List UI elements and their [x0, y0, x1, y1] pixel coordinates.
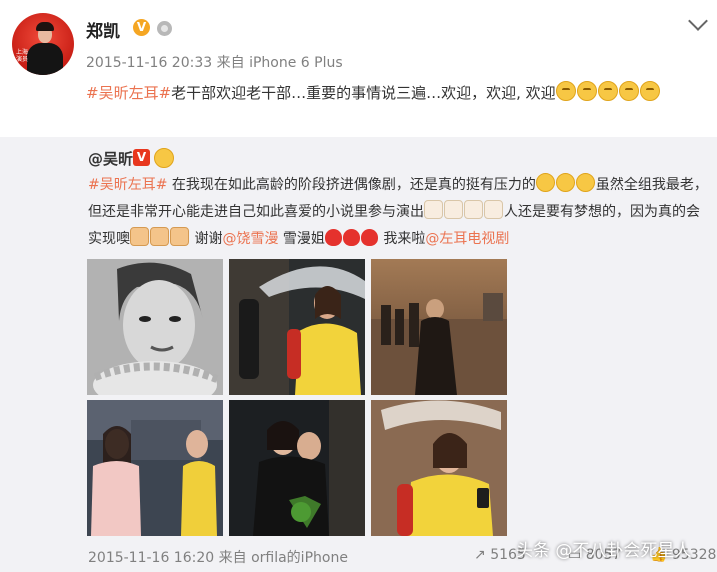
post-source[interactable]: iPhone 6 Plus [249, 55, 343, 71]
verified-icon: V [133, 19, 150, 36]
photo-6[interactable] [371, 400, 507, 536]
post-text: #吴昕左耳#老干部欢迎老干部…重要的事情说三遍…欢迎，欢迎, 欢迎 [86, 79, 706, 107]
repost-text-6: 我来啦 [378, 231, 426, 247]
heart-emoji-icon [360, 229, 378, 246]
repost-text-5: 雪漫姐 [278, 231, 325, 247]
repost-timestamp[interactable]: 2015-11-16 16:20 [88, 550, 214, 566]
face-emoji-icon [535, 173, 555, 192]
verified-icon: V [133, 149, 150, 166]
post-meta: 2015-11-16 20:33 来自 iPhone 6 Plus [86, 52, 343, 72]
photo-3[interactable] [371, 259, 507, 395]
laugh-emoji-icon [576, 81, 597, 101]
member-icon [157, 21, 172, 36]
cake-emoji-icon [484, 200, 503, 219]
face-emoji-icon [575, 173, 595, 192]
repost-icon: ↗ [474, 547, 486, 563]
photo-5[interactable] [229, 400, 365, 536]
avatar-caption: 上海 演员 [16, 49, 29, 63]
repost-text-4: 谢谢 [190, 231, 223, 247]
repost-text: #吴昕左耳# 在我现在如此高龄的阶段挤进偶像剧，还是真的挺有压力的 虽然全组我最老… [88, 172, 708, 253]
photo-2[interactable] [229, 259, 365, 395]
laugh-emoji-icon [597, 81, 618, 101]
victory-emoji-icon [150, 227, 169, 246]
source-prefix: 来自 [218, 550, 247, 566]
victory-emoji-icon [170, 227, 189, 246]
post-timestamp[interactable]: 2015-11-16 20:33 [86, 55, 212, 71]
source-prefix: 来自 [216, 55, 245, 71]
author-avatar[interactable]: 上海 演员 [12, 13, 74, 75]
post-body: 老干部欢迎老干部…重要的事情说三遍…欢迎，欢迎, 欢迎 [171, 84, 556, 102]
post-hashtag[interactable]: #吴昕左耳# [86, 84, 171, 102]
watermark: 头条 @不八卦会死星人 [516, 541, 692, 561]
cake-emoji-icon [464, 200, 483, 219]
heart-emoji-icon [342, 229, 360, 246]
photo-1[interactable] [87, 259, 223, 395]
laugh-emoji-icon [618, 81, 639, 101]
mention-link[interactable]: @左耳电视剧 [425, 231, 509, 247]
repost-text-1: 在我现在如此高龄的阶段挤进偶像剧，还是真的挺有压力的 [167, 177, 536, 193]
victory-emoji-icon [130, 227, 149, 246]
repost-hashtag[interactable]: #吴昕左耳# [88, 177, 167, 193]
cake-emoji-icon [424, 200, 443, 219]
mention-link[interactable]: @饶雪漫 [222, 231, 278, 247]
repost-meta: 2015-11-16 16:20 来自 orfila的iPhone [88, 547, 348, 567]
photo-4[interactable] [87, 400, 223, 536]
laugh-emoji-icon [639, 81, 660, 101]
laugh-emoji-icon [555, 81, 576, 101]
face-emoji-icon [555, 173, 575, 192]
repost-author[interactable]: @吴昕 [88, 148, 133, 169]
cake-emoji-icon [444, 200, 463, 219]
heart-emoji-icon [324, 229, 342, 246]
hand-icon [154, 148, 174, 168]
chevron-down-icon[interactable] [688, 11, 708, 31]
repost-source[interactable]: orfila的iPhone [251, 550, 348, 566]
author-name[interactable]: 郑凯 [86, 17, 120, 42]
